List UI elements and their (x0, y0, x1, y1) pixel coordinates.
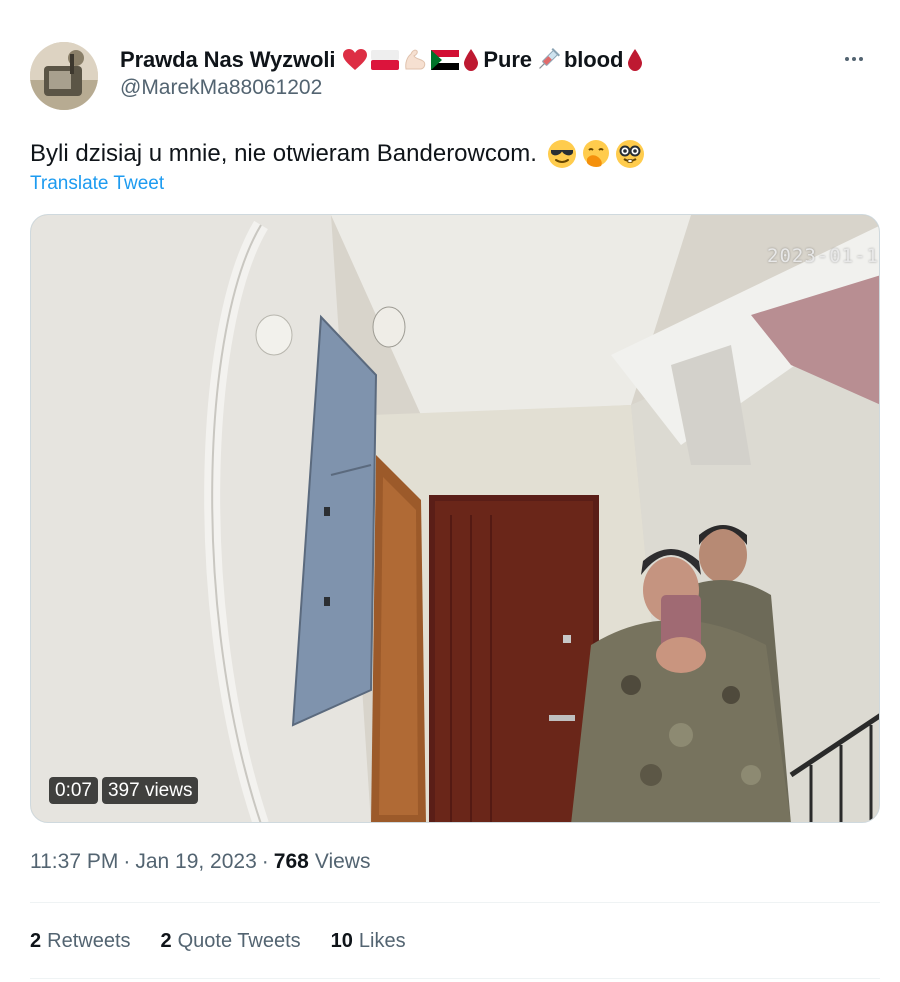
video-timestamp: 2023-01-1 (767, 245, 879, 267)
retweets-stat[interactable]: 2 Retweets (30, 930, 131, 953)
tweet-text-content: Byli dzisiaj u mnie, nie otwieram Bander… (30, 140, 537, 167)
divider (30, 978, 880, 979)
display-name-text: Prawda Nas Wyzwoli (120, 47, 336, 72)
face-with-hand-over-mouth-icon (581, 139, 611, 169)
likes-count: 10 (330, 930, 353, 952)
video-frame-image (31, 215, 879, 822)
more-options-icon[interactable] (838, 46, 870, 72)
pure-word: Pure (483, 47, 532, 72)
video-views-badge: 397 views (101, 777, 199, 804)
views-label: Views (314, 850, 371, 873)
avatar[interactable] (30, 42, 98, 110)
tweet-text: Byli dzisiaj u mnie, nie otwieram Bander… (30, 138, 645, 170)
tweet-date[interactable]: Jan 19, 2023 (135, 850, 256, 874)
retweets-label: Retweets (47, 930, 131, 952)
user-handle[interactable]: @MarekMa88061202 (120, 76, 322, 100)
flexed-biceps-icon (402, 47, 428, 73)
poland-flag-icon (371, 50, 400, 70)
video-player[interactable]: 2023-01-1 0:07 397 views (30, 214, 880, 823)
tweet-meta: 11:37 PM · Jan 19, 2023 · 768 Views (30, 850, 370, 874)
retweets-count: 2 (30, 930, 42, 952)
likes-stat[interactable]: 10 Likes (331, 930, 406, 953)
red-heart-icon (342, 48, 368, 72)
translate-tweet-link[interactable]: Translate Tweet (30, 173, 164, 195)
blood-word: blood (563, 47, 624, 72)
video-duration-badge: 0:07 (49, 777, 98, 804)
quote-tweets-count: 2 (160, 930, 172, 952)
meta-separator: · (261, 850, 269, 873)
video-badges: 0:07 397 views (49, 777, 199, 804)
drop-of-blood-icon (462, 48, 480, 72)
nerd-face-icon (615, 139, 645, 169)
tweet-time[interactable]: 11:37 PM (30, 850, 118, 874)
engagement-stats: 2 Retweets 2 Quote Tweets 10 Likes (30, 930, 406, 953)
display-name[interactable]: Prawda Nas Wyzwoli Pure blood (120, 44, 644, 76)
sudan-flag-icon (431, 50, 460, 70)
meta-separator: · (123, 850, 131, 873)
divider (30, 902, 880, 903)
smiling-face-with-sunglasses-icon (547, 139, 577, 169)
quote-tweets-stat[interactable]: 2 Quote Tweets (161, 930, 301, 953)
likes-label: Likes (358, 930, 406, 952)
quote-tweets-label: Quote Tweets (177, 930, 301, 952)
syringe-icon (535, 47, 561, 73)
drop-of-blood-icon (626, 48, 644, 72)
views-count: 768 (273, 850, 309, 873)
tweet-card: Prawda Nas Wyzwoli Pure blood @MarekMa88… (0, 0, 900, 982)
